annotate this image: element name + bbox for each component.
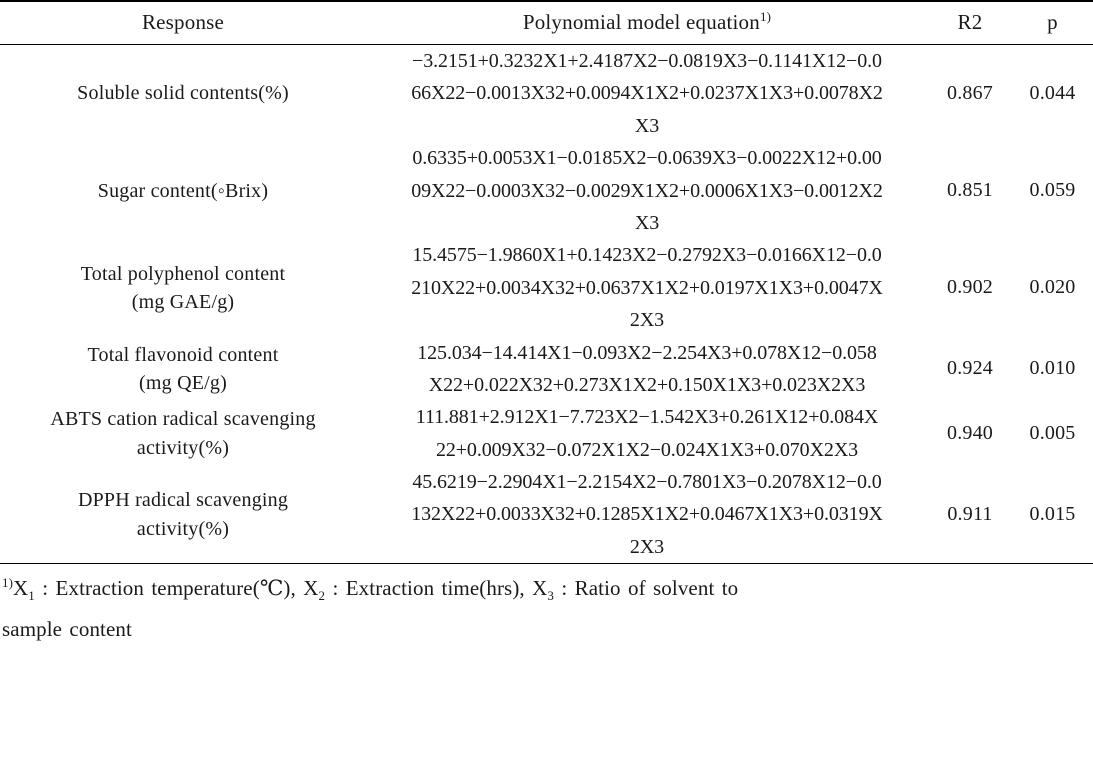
table-row: Total polyphenol content (mg GAE/g) 15.4… — [0, 239, 1093, 336]
response-line: activity(%) — [136, 436, 230, 459]
response-line: Total flavonoid content — [87, 343, 279, 366]
cell-equation: −3.2151+0.3232X1+2.4187X2−0.0819X3−0.114… — [366, 45, 928, 143]
equation-line: 132X22+0.0033X32+0.1285X1X2+0.0467X1X3+0… — [411, 503, 883, 526]
footnote-segment-3: : Ratio of solvent to — [554, 576, 739, 601]
table-footnote: 1)X1 : Extraction temperature(℃), X2 : E… — [0, 564, 1093, 650]
equation-line: 09X22−0.0003X32−0.0029X1X2+0.0006X1X3−0.… — [411, 179, 883, 202]
table-row: DPPH radical scavenging activity(%) 45.6… — [0, 466, 1093, 564]
column-header-response-label: Response — [141, 10, 225, 34]
cell-response: Sugar content(◦Brix) — [0, 142, 366, 239]
cell-p: 0.059 — [1029, 179, 1076, 202]
cell-response: DPPH radical scavenging activity(%) — [0, 466, 366, 564]
equation-line: 2X3 — [629, 535, 665, 558]
footnote-line-2: sample content — [2, 617, 132, 642]
cell-equation: 15.4575−1.9860X1+0.1423X2−0.2792X3−0.016… — [366, 239, 928, 336]
equation-line: 111.881+2.912X1−7.723X2−1.542X3+0.261X12… — [415, 406, 879, 429]
cell-equation: 0.6335+0.0053X1−0.0185X2−0.0639X3−0.0022… — [366, 142, 928, 239]
footnote-x1: X — [13, 576, 29, 601]
equation-line: 125.034−14.414X1−0.093X2−2.254X3+0.078X1… — [417, 341, 877, 364]
equation-line: 15.4575−1.9860X1+0.1423X2−0.2792X3−0.016… — [412, 244, 882, 267]
cell-response: ABTS cation radical scavenging activity(… — [0, 401, 366, 466]
footnote-segment-1: : Extraction temperature(℃), X — [34, 576, 319, 601]
column-header-response: Response — [0, 1, 366, 45]
footnote-segment-2: : Extraction time(hrs), X — [325, 576, 548, 601]
equation-line: 0.6335+0.0053X1−0.0185X2−0.0639X3−0.0022… — [412, 147, 882, 170]
equation-line: 66X22−0.0013X32+0.0094X1X2+0.0237X1X3+0.… — [411, 82, 883, 105]
cell-p: 0.015 — [1029, 503, 1076, 526]
footnote-x1-subscript: 1 — [28, 588, 35, 604]
response-line: Soluble solid contents(%) — [77, 82, 289, 105]
cell-p: 0.005 — [1029, 422, 1076, 445]
column-header-r2: R2 — [928, 1, 1012, 45]
response-line: DPPH radical scavenging — [77, 489, 289, 512]
footnote-x3-subscript: 3 — [547, 588, 554, 604]
cell-p: 0.020 — [1029, 276, 1076, 299]
cell-equation: 111.881+2.912X1−7.723X2−1.542X3+0.261X12… — [366, 401, 928, 466]
column-header-r2-label: R2 — [957, 10, 983, 34]
cell-r2: 0.940 — [947, 422, 993, 445]
equation-line: 2X3 — [629, 309, 665, 332]
cell-r2: 0.902 — [947, 276, 993, 299]
cell-equation: 125.034−14.414X1−0.093X2−2.254X3+0.078X1… — [366, 337, 928, 402]
equation-line: 210X22+0.0034X32+0.0637X1X2+0.0197X1X3+0… — [411, 276, 883, 299]
table-body: Soluble solid contents(%) −3.2151+0.3232… — [0, 45, 1093, 564]
cell-r2: 0.911 — [947, 503, 993, 526]
cell-response: Total flavonoid content (mg QE/g) — [0, 337, 366, 402]
cell-r2: 0.851 — [947, 179, 993, 202]
table-header: Response Polynomial model equation1) R2 … — [0, 1, 1093, 45]
footnote-marker: 1) — [2, 575, 14, 591]
cell-p: 0.044 — [1029, 82, 1076, 105]
response-line: (mg GAE/g) — [131, 290, 235, 313]
equation-line: −3.2151+0.3232X1+2.4187X2−0.0819X3−0.114… — [412, 50, 882, 72]
table-row: Soluble solid contents(%) −3.2151+0.3232… — [0, 45, 1093, 143]
footnote-marker-header: 1) — [759, 9, 772, 24]
column-header-p-label: p — [1047, 10, 1058, 34]
column-header-equation-label: Polynomial model equation — [522, 10, 760, 34]
cell-response: Soluble solid contents(%) — [0, 45, 366, 143]
response-line: Total polyphenol content — [80, 262, 286, 285]
equation-line: X3 — [634, 211, 660, 234]
response-line: ABTS cation radical scavenging — [50, 408, 316, 431]
cell-r2: 0.867 — [947, 82, 993, 105]
cell-r2: 0.924 — [947, 357, 993, 380]
table-row: Total flavonoid content (mg QE/g) 125.03… — [0, 337, 1093, 402]
cell-response: Total polyphenol content (mg GAE/g) — [0, 239, 366, 336]
table-row: Sugar content(◦Brix) 0.6335+0.0053X1−0.0… — [0, 142, 1093, 239]
table-page: Response Polynomial model equation1) R2 … — [0, 0, 1093, 784]
column-header-p: p — [1012, 1, 1093, 45]
column-header-equation: Polynomial model equation1) — [366, 1, 928, 45]
cell-p: 0.010 — [1029, 357, 1076, 380]
cell-equation: 45.6219−2.2904X1−2.2154X2−0.7801X3−0.207… — [366, 466, 928, 564]
equation-line: 45.6219−2.2904X1−2.2154X2−0.7801X3−0.207… — [412, 471, 882, 494]
response-line: Sugar content(◦Brix) — [97, 179, 269, 202]
footnote-line-1: 1)X1 : Extraction temperature(℃), X2 : E… — [2, 568, 1091, 609]
polynomial-model-table: Response Polynomial model equation1) R2 … — [0, 0, 1093, 564]
equation-line: X22+0.022X32+0.273X1X2+0.150X1X3+0.023X2… — [428, 373, 866, 396]
header-row: Response Polynomial model equation1) R2 … — [0, 1, 1093, 45]
response-line: activity(%) — [136, 517, 230, 540]
table-row: ABTS cation radical scavenging activity(… — [0, 401, 1093, 466]
response-line: (mg QE/g) — [139, 371, 227, 394]
equation-line: X3 — [634, 114, 660, 137]
equation-line: 22+0.009X32−0.072X1X2−0.024X1X3+0.070X2X… — [435, 438, 859, 461]
